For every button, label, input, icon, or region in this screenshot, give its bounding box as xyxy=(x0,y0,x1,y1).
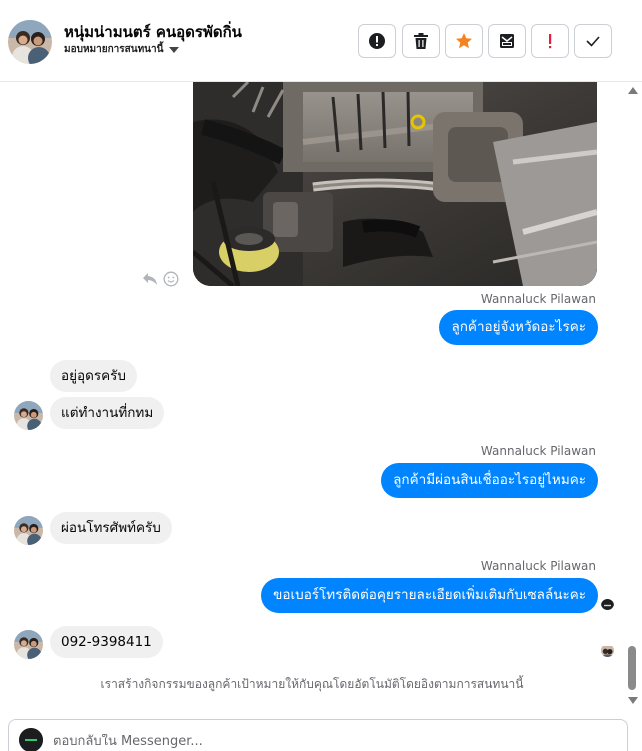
message-bubble-incoming[interactable]: แต่ทำงานที่กทม xyxy=(50,397,165,429)
system-note: เราสร้างกิจกรรมของลูกค้าเป้าหมายให้กับคุ… xyxy=(100,677,524,691)
exclamation-icon xyxy=(549,34,552,49)
assign-label: มอบหมายการสนทนานี้ xyxy=(64,44,164,55)
caret-down-icon xyxy=(169,46,180,53)
message-bubble-incoming[interactable]: อยู่อุดรครับ xyxy=(50,360,137,392)
contact-avatar-small[interactable] xyxy=(14,516,43,545)
sender-name: Wannaluck Pilawan xyxy=(480,444,596,458)
star-icon xyxy=(456,33,472,49)
sender-name: Wannaluck Pilawan xyxy=(480,292,596,306)
scroll-thumb[interactable] xyxy=(628,646,636,690)
exclamation-circle-icon xyxy=(369,33,385,49)
scroll-down-icon[interactable] xyxy=(628,697,638,704)
check-icon xyxy=(586,36,600,47)
envelope-icon xyxy=(500,34,514,48)
smiley-react-icon[interactable] xyxy=(163,271,179,287)
reply-input[interactable] xyxy=(53,734,613,749)
message-scrollbar[interactable] xyxy=(624,82,642,710)
reply-composer[interactable] xyxy=(8,719,628,751)
star-button[interactable] xyxy=(445,24,483,58)
reply-icon[interactable] xyxy=(142,272,158,286)
message-bubble-incoming[interactable]: ผ่อนโทรศัพท์ครับ xyxy=(50,512,172,544)
spam-button[interactable] xyxy=(358,24,396,58)
message-bubble-outgoing[interactable]: ลูกค้าอยู่จังหวัดอะไรคะ xyxy=(439,310,598,345)
page-avatar xyxy=(19,728,43,751)
page-seen-avatar xyxy=(601,597,614,610)
follow-up-button[interactable] xyxy=(531,24,569,58)
message-bubble-outgoing[interactable]: ลูกค้ามีผ่อนสินเชื่ออะไรอยู่ไหมคะ xyxy=(381,463,598,498)
message-bubble-outgoing[interactable]: ขอเบอร์โทรติดต่อคุยรายละเอียดเพิ่มเติมกั… xyxy=(261,578,598,613)
engine-photo-attachment[interactable] xyxy=(193,82,597,286)
sender-name: Wannaluck Pilawan xyxy=(480,559,596,573)
conversation-header: หนุ่มน่ามนตร์ คนอุดรพัดกิ่น มอบหมายการสน… xyxy=(0,0,642,82)
scroll-up-icon[interactable] xyxy=(628,87,638,94)
assign-conversation-dropdown[interactable]: มอบหมายการสนทนานี้ xyxy=(64,42,180,57)
trash-icon xyxy=(414,33,428,49)
contact-avatar-small[interactable] xyxy=(14,401,43,430)
mark-unread-button[interactable] xyxy=(488,24,526,58)
contact-name[interactable]: หนุ่มน่ามนตร์ คนอุดรพัดกิ่น xyxy=(64,20,242,44)
mark-done-button[interactable] xyxy=(574,24,612,58)
contact-avatar[interactable] xyxy=(8,20,52,64)
contact-avatar-small[interactable] xyxy=(14,630,43,659)
message-bubble-incoming[interactable]: 092-9398411 xyxy=(50,626,163,658)
delete-button[interactable] xyxy=(402,24,440,58)
contact-seen-avatar xyxy=(601,644,614,657)
